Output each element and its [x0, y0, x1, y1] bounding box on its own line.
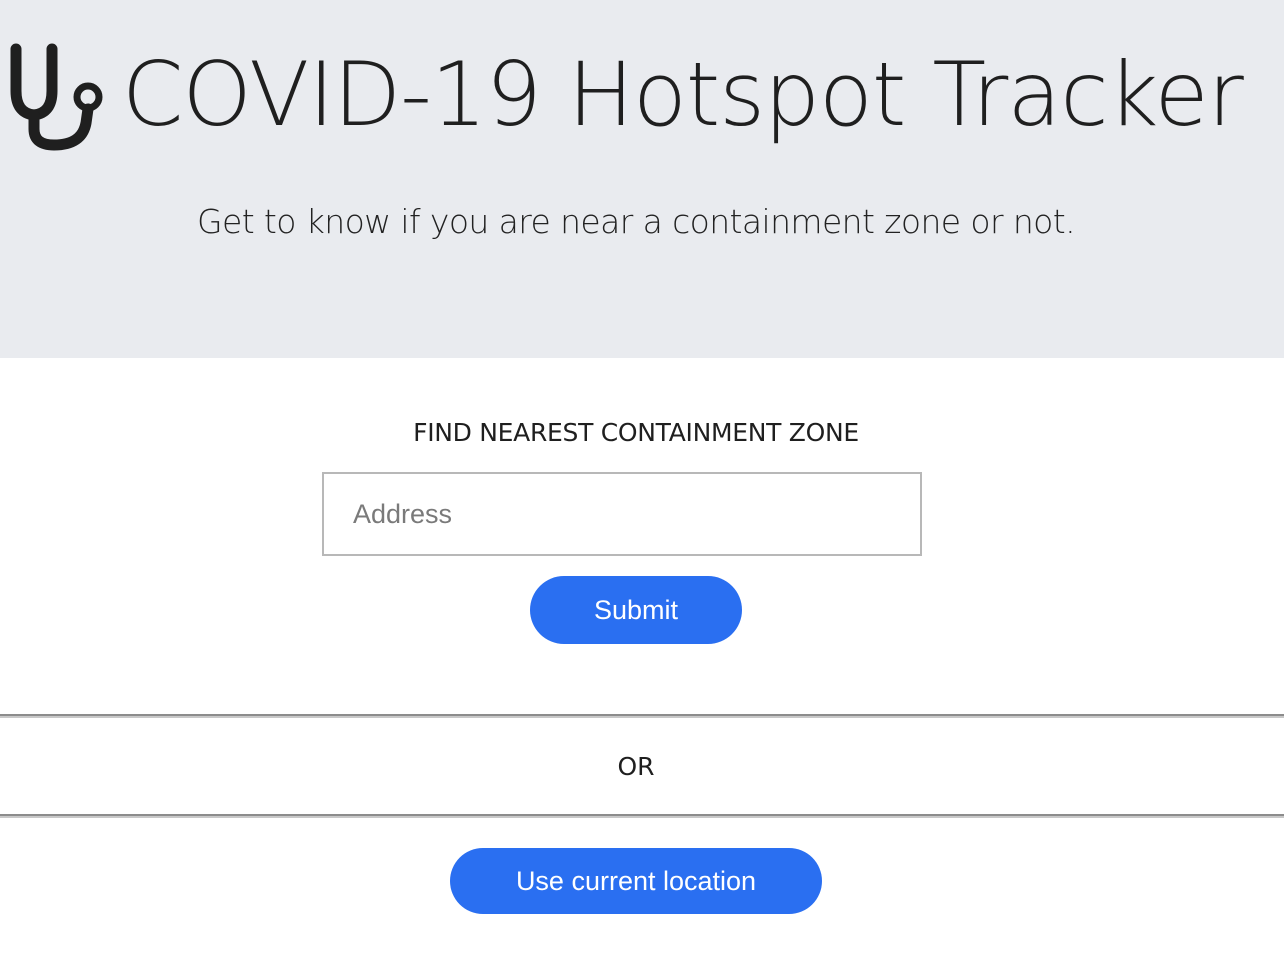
hero-banner: COVID-19 Hotspot Tracker Get to know if …: [0, 0, 1284, 358]
page-title: COVID-19 Hotspot Tracker: [4, 30, 1244, 160]
page-subtitle: Get to know if you are near a containmen…: [197, 202, 1076, 241]
address-input[interactable]: [322, 472, 922, 556]
divider-bottom: [0, 814, 1284, 818]
or-separator: OR: [617, 752, 655, 781]
use-current-location-button[interactable]: Use current location: [450, 848, 822, 914]
find-zone-heading: FIND NEAREST CONTAINMENT ZONE: [413, 418, 859, 447]
stethoscope-icon: [10, 43, 103, 151]
divider-top: [0, 714, 1284, 718]
app-title: COVID-19 Hotspot Tracker: [122, 43, 1244, 146]
submit-button[interactable]: Submit: [530, 576, 742, 644]
